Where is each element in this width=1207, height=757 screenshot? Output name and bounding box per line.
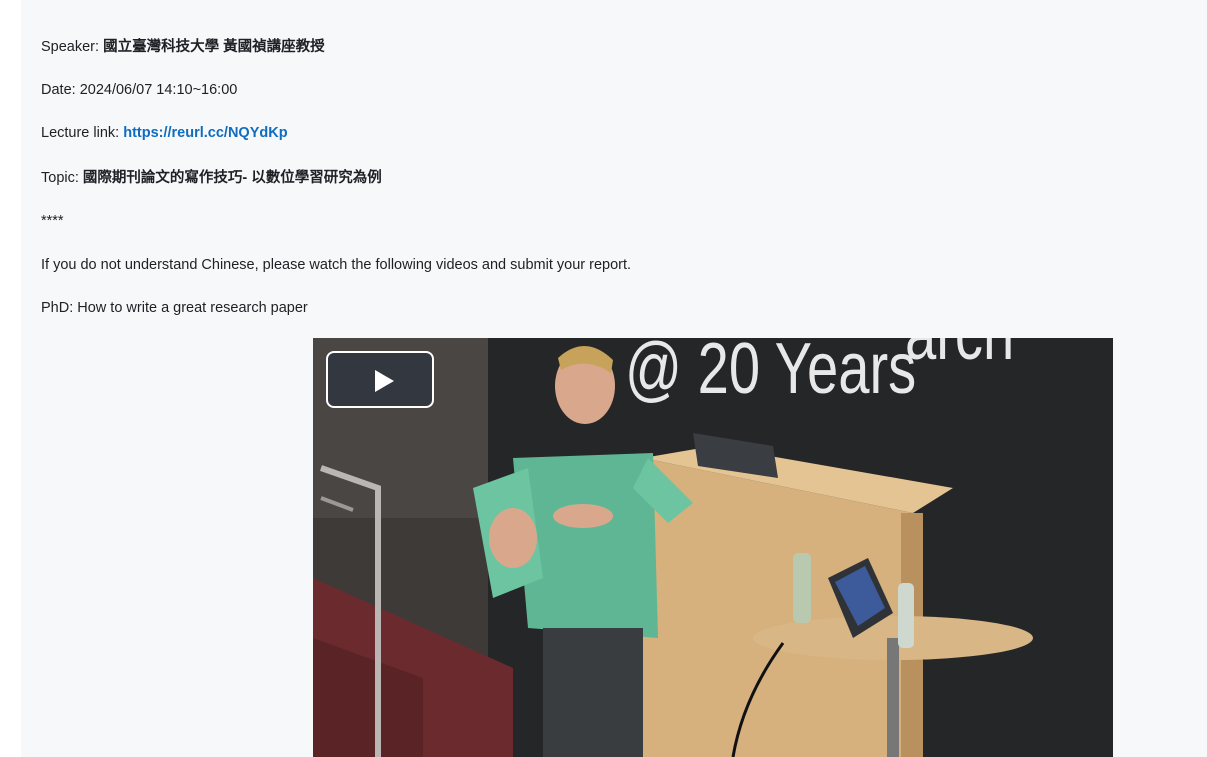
date-line: Date: 2024/06/07 14:10~16:00 xyxy=(41,80,237,100)
speaker-value: 國立臺灣科技大學 黃國禎講座教授 xyxy=(103,39,325,55)
lecture-link[interactable]: https://reurl.cc/NQYdKp xyxy=(123,125,287,141)
lecture-link-label: Lecture link: xyxy=(41,125,124,141)
instruction-text: If you do not understand Chinese, please… xyxy=(41,257,632,273)
date-value: 2024/06/07 14:10~16:00 xyxy=(79,82,238,98)
topic-value: 國際期刊論文的寫作技巧- 以數位學習研究為例 xyxy=(82,170,382,186)
video-player[interactable]: @ 20 Years arch xyxy=(313,338,1113,757)
video-title: PhD: How to write a great research paper xyxy=(41,300,308,316)
play-icon xyxy=(375,370,394,392)
backdrop-text: @ 20 Years xyxy=(625,338,917,409)
topic-line: Topic: 國際期刊論文的寫作技巧- 以數位學習研究為例 xyxy=(41,168,382,188)
speaker-label: Speaker: xyxy=(41,39,104,55)
separator-text: **** xyxy=(41,213,64,229)
speaker-line: Speaker: 國立臺灣科技大學 黃國禎講座教授 xyxy=(41,37,325,57)
lecture-link-line: Lecture link: https://reurl.cc/NQYdKp xyxy=(41,123,288,143)
play-button[interactable] xyxy=(326,351,434,408)
backdrop-text-partial: arch xyxy=(905,338,1014,376)
date-label: Date: xyxy=(41,82,80,98)
topic-label: Topic: xyxy=(41,170,83,186)
content-panel: Speaker: 國立臺灣科技大學 黃國禎講座教授 Date: 2024/06/… xyxy=(21,0,1207,757)
